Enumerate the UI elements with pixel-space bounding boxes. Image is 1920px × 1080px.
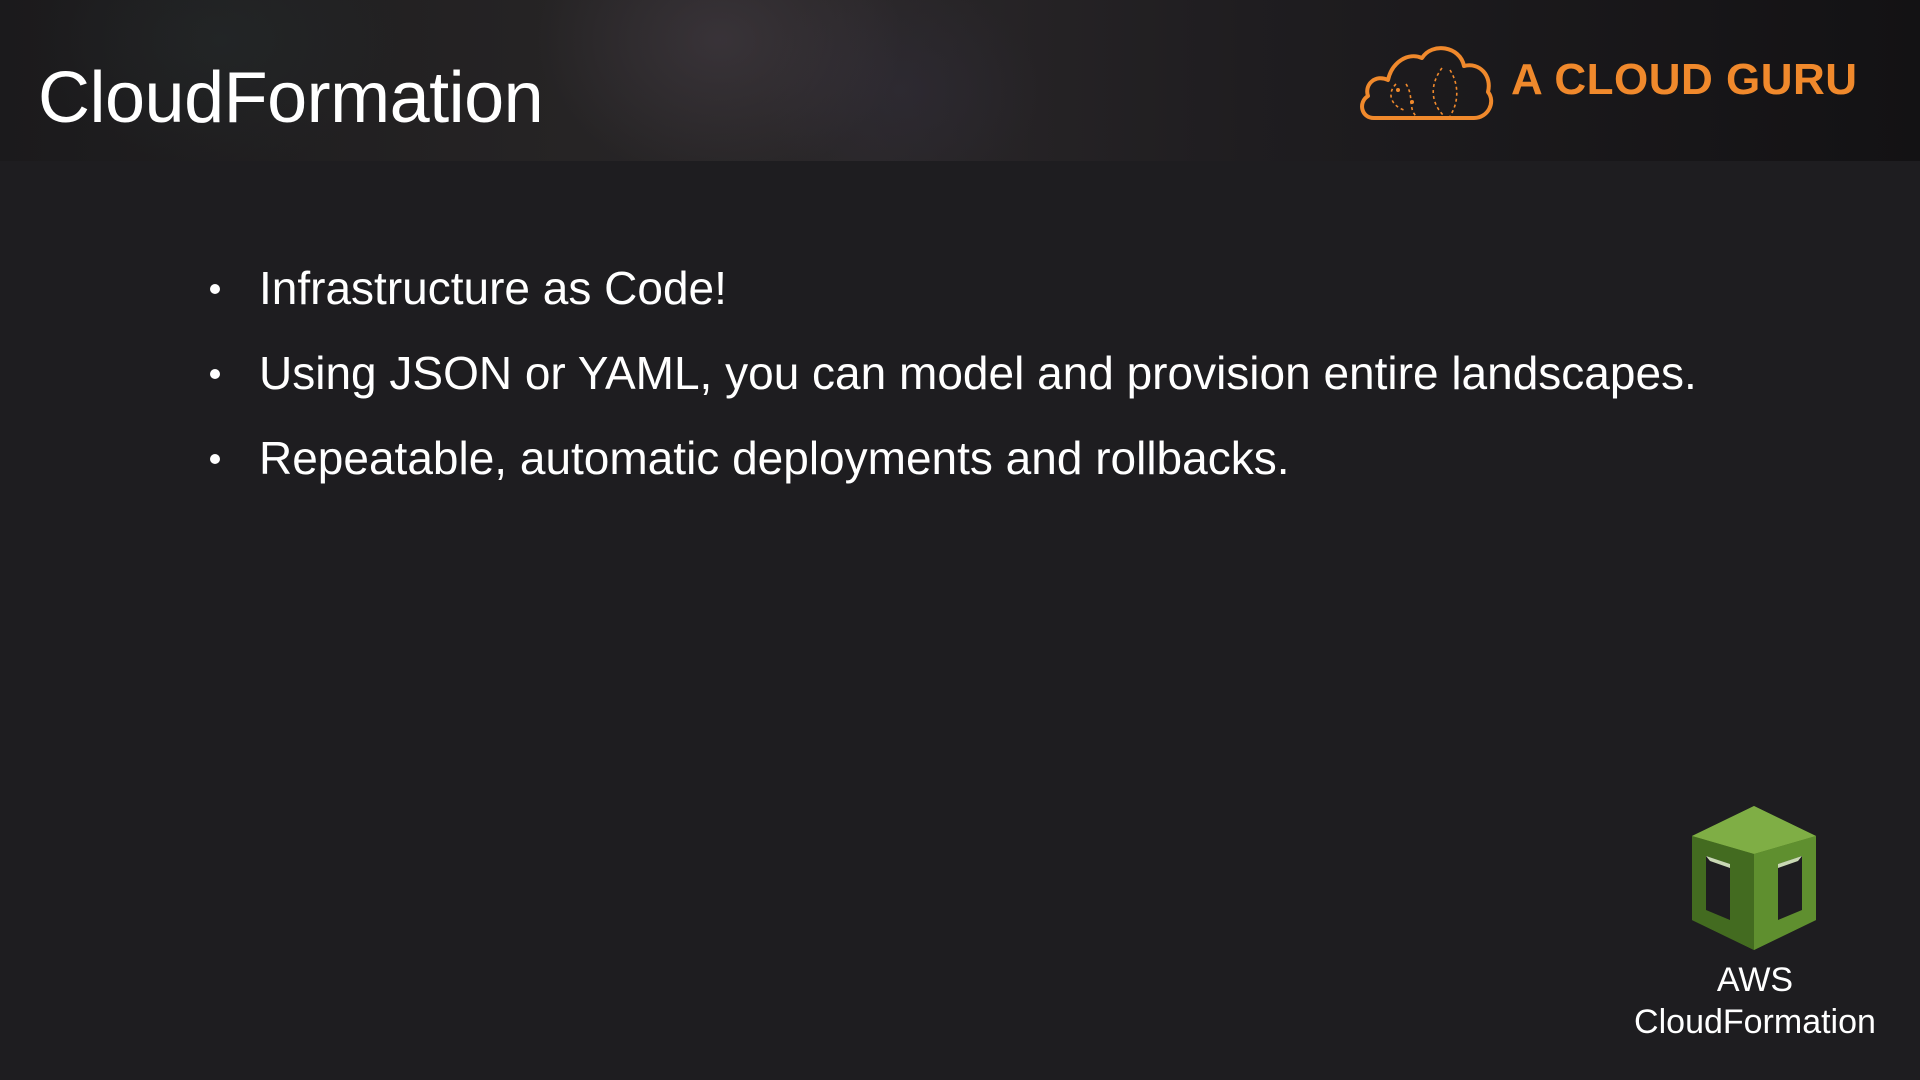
bullet-item: Using JSON or YAML, you can model and pr…	[205, 350, 1697, 435]
bullet-list: Infrastructure as Code! Using JSON or YA…	[205, 265, 1697, 520]
bullet-text: Repeatable, automatic deployments and ro…	[259, 432, 1290, 484]
bullet-text: Using JSON or YAML, you can model and pr…	[259, 347, 1697, 399]
bullet-dot	[210, 284, 220, 294]
slide: CloudFormation A CLOUD GURU Infrastructu…	[0, 0, 1920, 1080]
brand-name: A CLOUD GURU	[1511, 55, 1858, 104]
bullet-item: Repeatable, automatic deployments and ro…	[205, 435, 1697, 520]
aws-cloudformation-icon	[1692, 806, 1816, 950]
bullet-text: Infrastructure as Code!	[259, 262, 727, 314]
header-banner: CloudFormation A CLOUD GURU	[0, 0, 1920, 161]
bullet-dot	[210, 369, 220, 379]
page-title: CloudFormation	[38, 58, 544, 138]
service-badge: AWS CloudFormation	[1610, 806, 1900, 1046]
brand-logo: A CLOUD GURU	[1356, 40, 1876, 126]
service-label-line2: CloudFormation	[1634, 1003, 1876, 1041]
service-label-line1: AWS	[1716, 961, 1794, 999]
bullet-item: Infrastructure as Code!	[205, 265, 1697, 350]
cloud-logo-icon	[1360, 46, 1494, 120]
bullet-dot	[210, 454, 220, 464]
